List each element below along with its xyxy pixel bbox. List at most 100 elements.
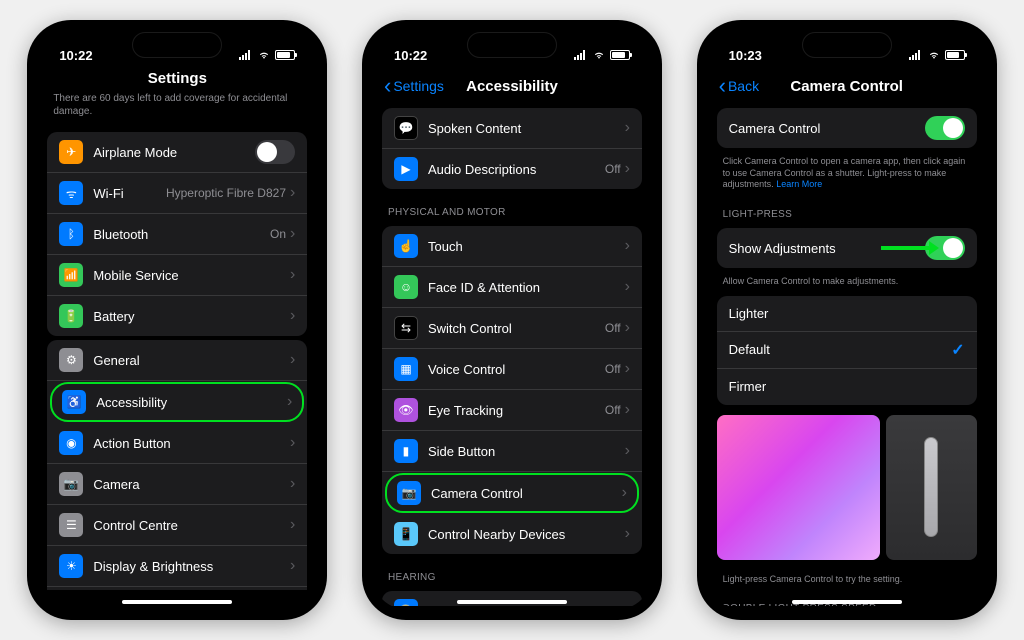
- row-icon: ▦: [394, 357, 418, 381]
- row-value: Off: [605, 362, 621, 376]
- row-label: Side Button: [428, 444, 625, 459]
- chevron-icon: ›: [625, 119, 630, 137]
- row-label: General: [93, 353, 290, 368]
- home-indicator[interactable]: [122, 600, 232, 604]
- learn-more-link[interactable]: Learn More: [776, 179, 822, 189]
- chevron-icon: ›: [625, 319, 630, 337]
- row-camera[interactable]: 📷Camera›: [47, 464, 307, 505]
- adjustments-note: Allow Camera Control to make adjustments…: [707, 272, 987, 292]
- row-eye-tracking[interactable]: 👁 Eye TrackingOff ›: [382, 390, 642, 431]
- row-label: Accessibility: [96, 395, 287, 410]
- preview-note: Light-press Camera Control to try the se…: [707, 570, 987, 590]
- row-voice-control[interactable]: ▦Voice ControlOff›: [382, 349, 642, 390]
- home-indicator[interactable]: [457, 600, 567, 604]
- row-label: Lighter: [729, 306, 965, 321]
- row-label: Airplane Mode: [93, 145, 255, 160]
- row-label: Eye Tracking: [428, 403, 605, 418]
- row-icon: ♿: [62, 390, 86, 414]
- row-general[interactable]: ⚙General›: [47, 340, 307, 381]
- chevron-icon: ›: [625, 602, 630, 606]
- chevron-icon: ›: [625, 525, 630, 543]
- chevron-icon: ›: [625, 237, 630, 255]
- settings-group-general: ⚙General›♿Accessibility›◉Action Button›📷…: [47, 340, 307, 590]
- nav-bar: Back Camera Control: [707, 72, 987, 104]
- battery-icon: [945, 50, 965, 60]
- row-label: Wi-Fi: [93, 186, 166, 201]
- battery-icon: [610, 50, 630, 60]
- row-spoken-content[interactable]: 💬Spoken Content›: [382, 108, 642, 149]
- dynamic-island: [802, 32, 892, 58]
- row-label: Switch Control: [428, 321, 605, 336]
- row-label: Battery: [93, 309, 290, 324]
- row-home-screen-app-library[interactable]: ▦Home Screen & App Library›: [47, 587, 307, 590]
- dynamic-island: [132, 32, 222, 58]
- row-battery[interactable]: 🔋Battery›: [47, 296, 307, 336]
- chevron-icon: ›: [290, 516, 295, 534]
- row-camera-control[interactable]: Camera Control: [717, 108, 977, 148]
- row-value: Off: [605, 403, 621, 417]
- section-hearing: Hearing: [372, 558, 652, 587]
- back-button[interactable]: Back: [719, 78, 759, 94]
- row-icon: ⚙: [59, 348, 83, 372]
- row-action-button[interactable]: ◉Action Button›: [47, 423, 307, 464]
- signal-icon: [909, 50, 923, 60]
- row-mobile-service[interactable]: 📶Mobile Service›: [47, 255, 307, 296]
- row-firmer[interactable]: Firmer: [717, 369, 977, 405]
- row-accessibility[interactable]: ♿ Accessibility›: [50, 382, 304, 422]
- row-icon: ⇆: [394, 316, 418, 340]
- nav-bar: Settings Accessibility: [372, 72, 652, 104]
- row-label: Default: [729, 342, 952, 357]
- row-value: Off: [605, 321, 621, 335]
- row-label: Face ID & Attention: [428, 280, 625, 295]
- row-icon: ☺: [394, 275, 418, 299]
- wifi-icon: [592, 48, 606, 62]
- chevron-icon: ›: [287, 393, 292, 411]
- row-label: Camera: [93, 477, 290, 492]
- annotation-arrow: [881, 246, 931, 250]
- toggle-switch[interactable]: [255, 140, 295, 164]
- row-touch[interactable]: ☝Touch›: [382, 226, 642, 267]
- section-physical: Physical and Motor: [372, 193, 652, 222]
- row-airplane-mode[interactable]: ✈Airplane Mode: [47, 132, 307, 173]
- signal-icon: [239, 50, 253, 60]
- row-face-id-attention[interactable]: ☺ Face ID & Attention›: [382, 267, 642, 308]
- row-control-nearby-devices[interactable]: 📱 Control Nearby Devices›: [382, 514, 642, 554]
- row-default[interactable]: Default✓: [717, 332, 977, 369]
- row-icon: 📷: [397, 481, 421, 505]
- row-wi-fi[interactable]: ᯤWi-FiHyperoptic Fibre D827›: [47, 173, 307, 214]
- row-switch-control[interactable]: ⇆ Switch ControlOff ›: [382, 308, 642, 349]
- row-icon: ▶: [394, 157, 418, 181]
- chevron-icon: ›: [625, 160, 630, 178]
- row-label: Voice Control: [428, 362, 605, 377]
- status-time: 10:23: [729, 48, 762, 63]
- group-show-adjustments: Show Adjustments: [717, 228, 977, 268]
- wifi-icon: [927, 48, 941, 62]
- row-label: Mobile Service: [93, 268, 290, 283]
- row-label: Control Nearby Devices: [428, 527, 625, 542]
- chevron-icon: ›: [625, 401, 630, 419]
- row-bluetooth[interactable]: ᛒBluetoothOn›: [47, 214, 307, 255]
- chevron-icon: ›: [625, 278, 630, 296]
- battery-icon: [275, 50, 295, 60]
- row-audio-descriptions[interactable]: ▶Audio DescriptionsOff›: [382, 149, 642, 189]
- row-icon: 📱: [394, 522, 418, 546]
- row-side-button[interactable]: ▮Side Button›: [382, 431, 642, 472]
- row-display-brightness[interactable]: ☀Display & Brightness›: [47, 546, 307, 587]
- home-indicator[interactable]: [792, 600, 902, 604]
- row-icon: 👁: [394, 398, 418, 422]
- row-camera-control[interactable]: 📷Camera Control›: [385, 473, 639, 513]
- row-control-centre[interactable]: ☰Control Centre›: [47, 505, 307, 546]
- row-icon: 💬: [394, 116, 418, 140]
- row-show-adjustments[interactable]: Show Adjustments: [717, 228, 977, 268]
- chevron-icon: ›: [625, 442, 630, 460]
- status-time: 10:22: [394, 48, 427, 63]
- back-button[interactable]: Settings: [384, 78, 444, 94]
- chevron-icon: ›: [290, 307, 295, 325]
- signal-icon: [574, 50, 588, 60]
- preview-side-button: [886, 415, 977, 560]
- row-lighter[interactable]: Lighter: [717, 296, 977, 332]
- group-pressure-options: Lighter Default✓Firmer: [717, 296, 977, 405]
- nav-bar: Settings: [37, 72, 317, 88]
- row-label: Action Button: [93, 436, 290, 451]
- toggle-switch[interactable]: [925, 116, 965, 140]
